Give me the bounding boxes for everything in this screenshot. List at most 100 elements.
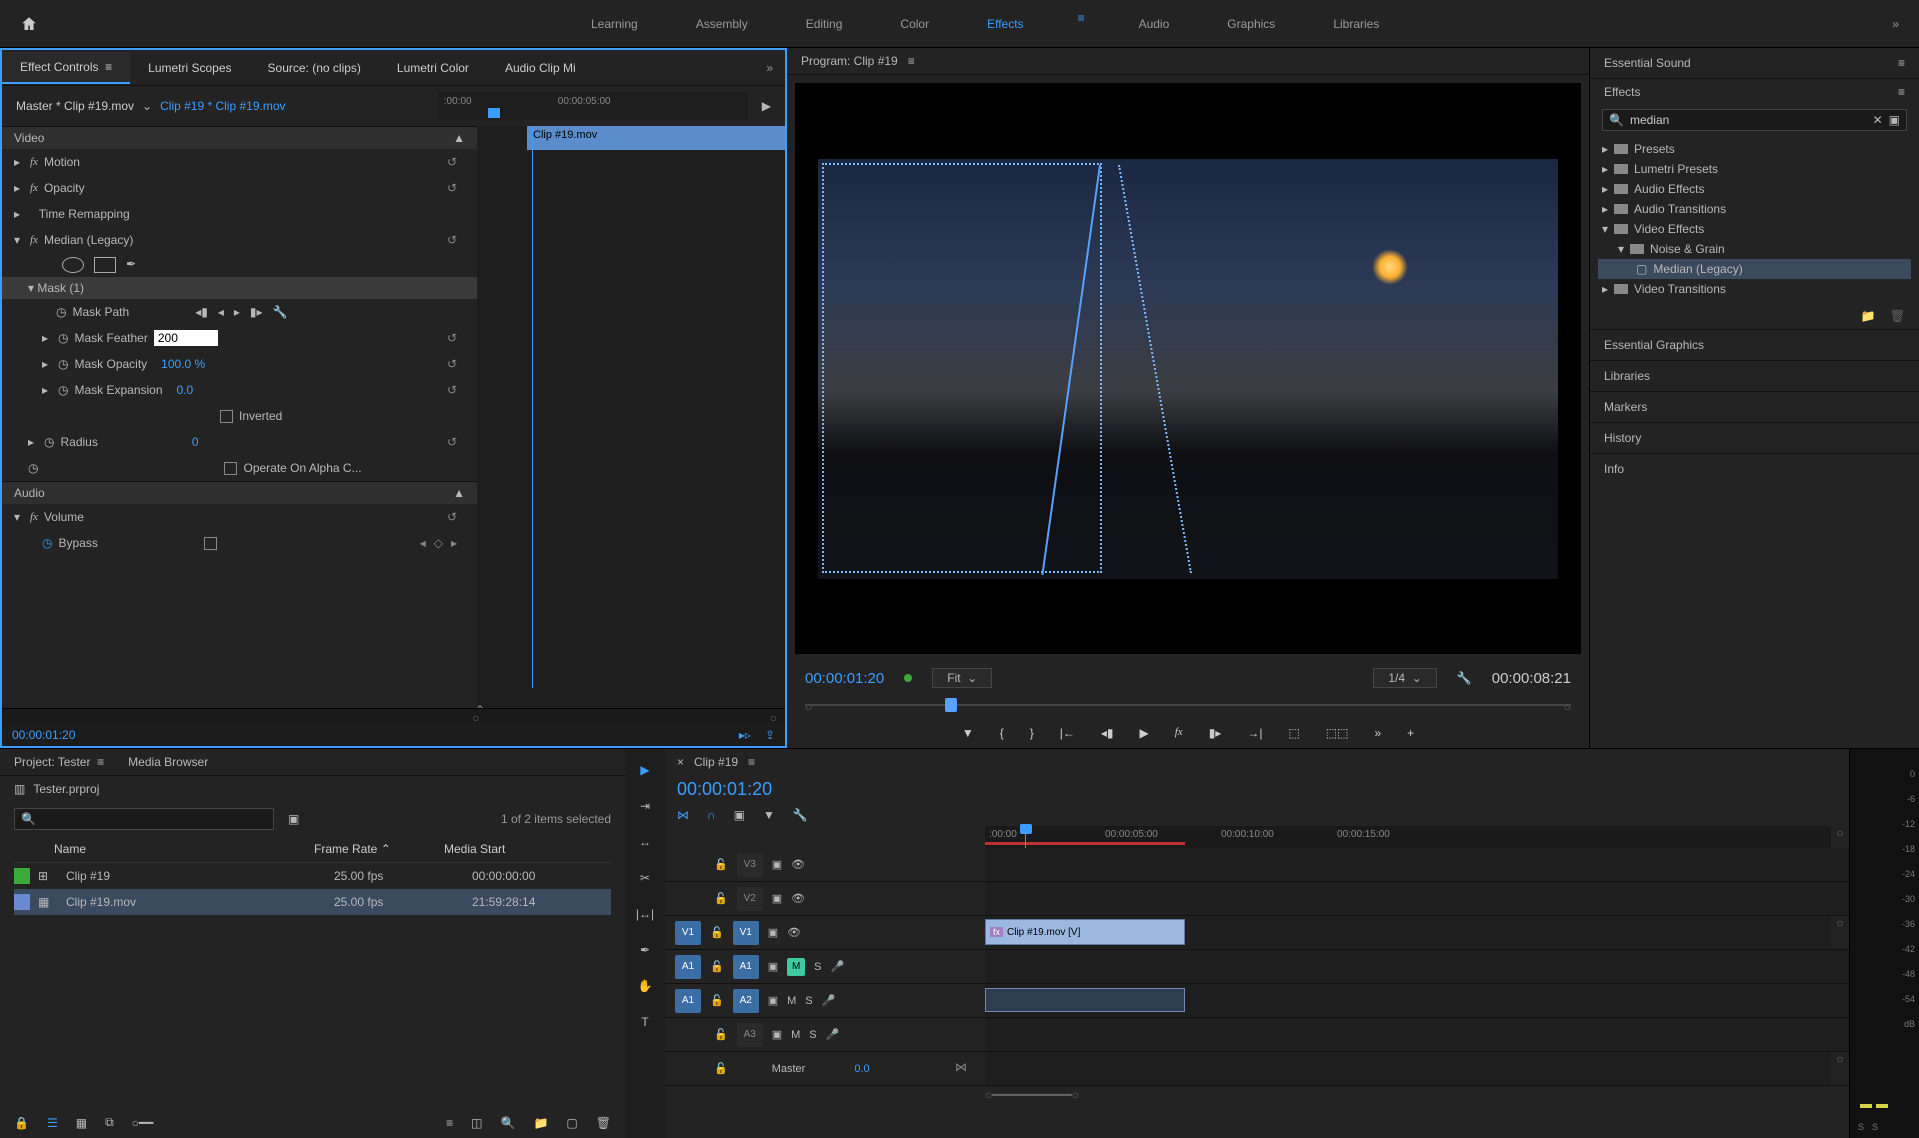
timeline-zoom-bar[interactable]: ○━━━━━━━━━━━○ — [985, 1086, 1849, 1104]
project-row[interactable]: ⊞ Clip #19 25.00 fps 00:00:00:00 — [14, 863, 611, 889]
lock-icon[interactable]: 🔓 — [710, 960, 724, 973]
collapse-up-icon[interactable]: ▲ — [453, 131, 465, 145]
mask-feather-input[interactable] — [154, 330, 218, 346]
project-row[interactable]: ▦ Clip #19.mov 25.00 fps 21:59:28:14 — [14, 889, 611, 915]
zoom-fit-dropdown[interactable]: Fit ⌄ — [932, 668, 992, 688]
sort-icon[interactable]: ≡ — [446, 1116, 453, 1130]
ec-mini-ruler[interactable]: :00:00 00:00:05:00 — [438, 92, 748, 120]
opacity-effect[interactable]: ▸fxOpacity ↺ — [2, 175, 477, 201]
collapse-caret-icon[interactable]: ⌃ — [475, 703, 485, 717]
go-to-in-icon[interactable]: |← — [1060, 726, 1075, 740]
voice-over-icon[interactable]: 🎤 — [822, 994, 836, 1007]
scroll-marker-icon[interactable]: ○ — [1831, 1052, 1849, 1085]
inverted-checkbox[interactable] — [220, 410, 233, 423]
col-media-start[interactable]: Media Start — [444, 842, 611, 856]
go-to-out-icon[interactable]: →| — [1247, 726, 1262, 740]
play-triangle-icon[interactable]: ▶ — [762, 99, 771, 113]
automate-icon[interactable]: ◫ — [471, 1116, 482, 1130]
track-target-v2[interactable]: V2 — [737, 887, 763, 911]
tree-noise-grain[interactable]: ▾Noise & Grain — [1598, 239, 1911, 259]
tree-median-legacy[interactable]: ▢Median (Legacy) — [1598, 259, 1911, 279]
lane-v1[interactable]: fxClip #19.mov [V] — [985, 916, 1831, 949]
track-back-icon[interactable]: ◂▮ — [195, 305, 208, 319]
eye-icon[interactable]: 👁 — [787, 926, 801, 939]
stopwatch-icon[interactable]: ◷ — [28, 461, 38, 475]
label-chip[interactable] — [14, 868, 30, 884]
source-patch-a1b[interactable]: A1 — [675, 989, 701, 1013]
source-patch-a1[interactable]: A1 — [675, 955, 701, 979]
marker-icon[interactable]: ▼ — [763, 808, 775, 822]
overflow-icon[interactable]: » — [1892, 17, 1899, 31]
workspace-effects-menu-icon[interactable]: ≡ — [1078, 11, 1085, 37]
bypass-checkbox[interactable] — [204, 537, 217, 550]
lane-a3[interactable] — [985, 1018, 1849, 1051]
timeline-timecode[interactable]: 00:00:01:20 — [665, 775, 1849, 804]
workspace-libraries[interactable]: Libraries — [1329, 11, 1383, 37]
solo-button[interactable]: S — [809, 1029, 816, 1041]
sync-lock-icon[interactable]: ▣ — [772, 1028, 782, 1041]
tree-presets[interactable]: ▸Presets — [1598, 139, 1911, 159]
tree-video-effects[interactable]: ▾Video Effects — [1598, 219, 1911, 239]
lane-v3[interactable] — [985, 848, 1849, 881]
rectangle-mask-icon[interactable] — [94, 257, 116, 273]
razor-tool-icon[interactable]: ✂ — [640, 871, 650, 885]
clear-search-icon[interactable]: ✕ — [1873, 113, 1883, 127]
time-remapping-effect[interactable]: ▸ Time Remapping — [2, 201, 477, 227]
pen-tool-icon[interactable]: ✒ — [640, 943, 650, 957]
history-header[interactable]: History — [1590, 422, 1919, 453]
mute-button[interactable]: M — [791, 1029, 800, 1041]
icon-view-icon[interactable]: ▦ — [76, 1116, 87, 1130]
reset-icon[interactable]: ↺ — [447, 383, 465, 397]
sync-lock-icon[interactable]: ▣ — [768, 926, 778, 939]
mark-in-icon[interactable]: { — [1000, 726, 1004, 740]
effects-search-input[interactable] — [1630, 113, 1867, 127]
stopwatch-icon[interactable]: ◷ — [58, 331, 68, 345]
hand-tool-icon[interactable]: ✋ — [638, 979, 653, 993]
pen-mask-icon[interactable]: ✒ — [126, 257, 136, 273]
project-search[interactable]: 🔍 — [14, 808, 274, 830]
reset-icon[interactable]: ↺ — [447, 331, 465, 345]
add-marker-icon[interactable]: ▼ — [962, 726, 974, 740]
eye-icon[interactable]: 👁 — [791, 892, 805, 905]
track-fwd-icon[interactable]: ▮▸ — [250, 305, 263, 319]
effects-search[interactable]: 🔍 ✕ ▣ — [1602, 109, 1907, 131]
source-patch-v1[interactable]: V1 — [675, 921, 701, 945]
settings-icon[interactable]: 🔧 — [793, 808, 808, 822]
stopwatch-icon[interactable]: ◷ — [42, 536, 52, 550]
tree-lumetri-presets[interactable]: ▸Lumetri Presets — [1598, 159, 1911, 179]
track-play-icon[interactable]: ▸ — [234, 305, 240, 319]
mask-outline[interactable] — [822, 163, 1102, 573]
add-button-icon[interactable]: + — [1407, 726, 1414, 740]
next-keyframe-icon[interactable]: ▸ — [451, 536, 457, 550]
video-clip[interactable]: fxClip #19.mov [V] — [985, 919, 1185, 945]
prev-frame-icon[interactable]: ◂ — [218, 305, 224, 319]
add-marker-icon[interactable]: ▣ — [734, 808, 745, 822]
step-back-icon[interactable]: ◂▮ — [1101, 726, 1114, 740]
extract-icon[interactable]: ⬚⬚ — [1326, 726, 1349, 740]
workspace-learning[interactable]: Learning — [587, 11, 642, 37]
mask-1-header[interactable]: ▾ Mask (1) — [2, 277, 477, 299]
ec-timecode[interactable]: 00:00:01:20 — [12, 728, 75, 742]
meter-solo-r[interactable]: S — [1872, 1122, 1878, 1132]
reset-icon[interactable]: ↺ — [447, 357, 465, 371]
label-chip[interactable] — [14, 894, 30, 910]
chevron-down-icon[interactable]: ⌄ — [142, 99, 152, 113]
fx-toggle-icon[interactable]: fx — [1175, 726, 1183, 740]
median-effect[interactable]: ▾fxMedian (Legacy) ↺ — [2, 227, 477, 253]
ec-playhead-line[interactable] — [532, 126, 533, 688]
ec-playhead-icon[interactable] — [488, 108, 500, 118]
scroll-marker-icon[interactable]: ○ — [1831, 916, 1849, 949]
wrench-icon[interactable]: 🔧 — [273, 305, 288, 319]
timeline-playhead[interactable] — [1025, 826, 1026, 848]
lock-icon[interactable]: 🔓 — [714, 858, 728, 871]
tab-lumetri-scopes[interactable]: Lumetri Scopes — [130, 53, 249, 83]
sync-lock-icon[interactable]: ▣ — [768, 994, 778, 1007]
eye-icon[interactable]: 👁 — [791, 858, 805, 871]
bowtie-icon[interactable]: ⋈ — [955, 1060, 967, 1074]
lane-v2[interactable] — [985, 882, 1849, 915]
panel-overflow-icon[interactable]: » — [754, 61, 785, 75]
reset-icon[interactable]: ↺ — [447, 435, 465, 449]
program-scrubber[interactable]: ○ ○ — [805, 694, 1571, 718]
tab-project[interactable]: Project: Tester ≡ — [14, 755, 104, 769]
panel-menu-icon[interactable]: ≡ — [748, 755, 755, 769]
